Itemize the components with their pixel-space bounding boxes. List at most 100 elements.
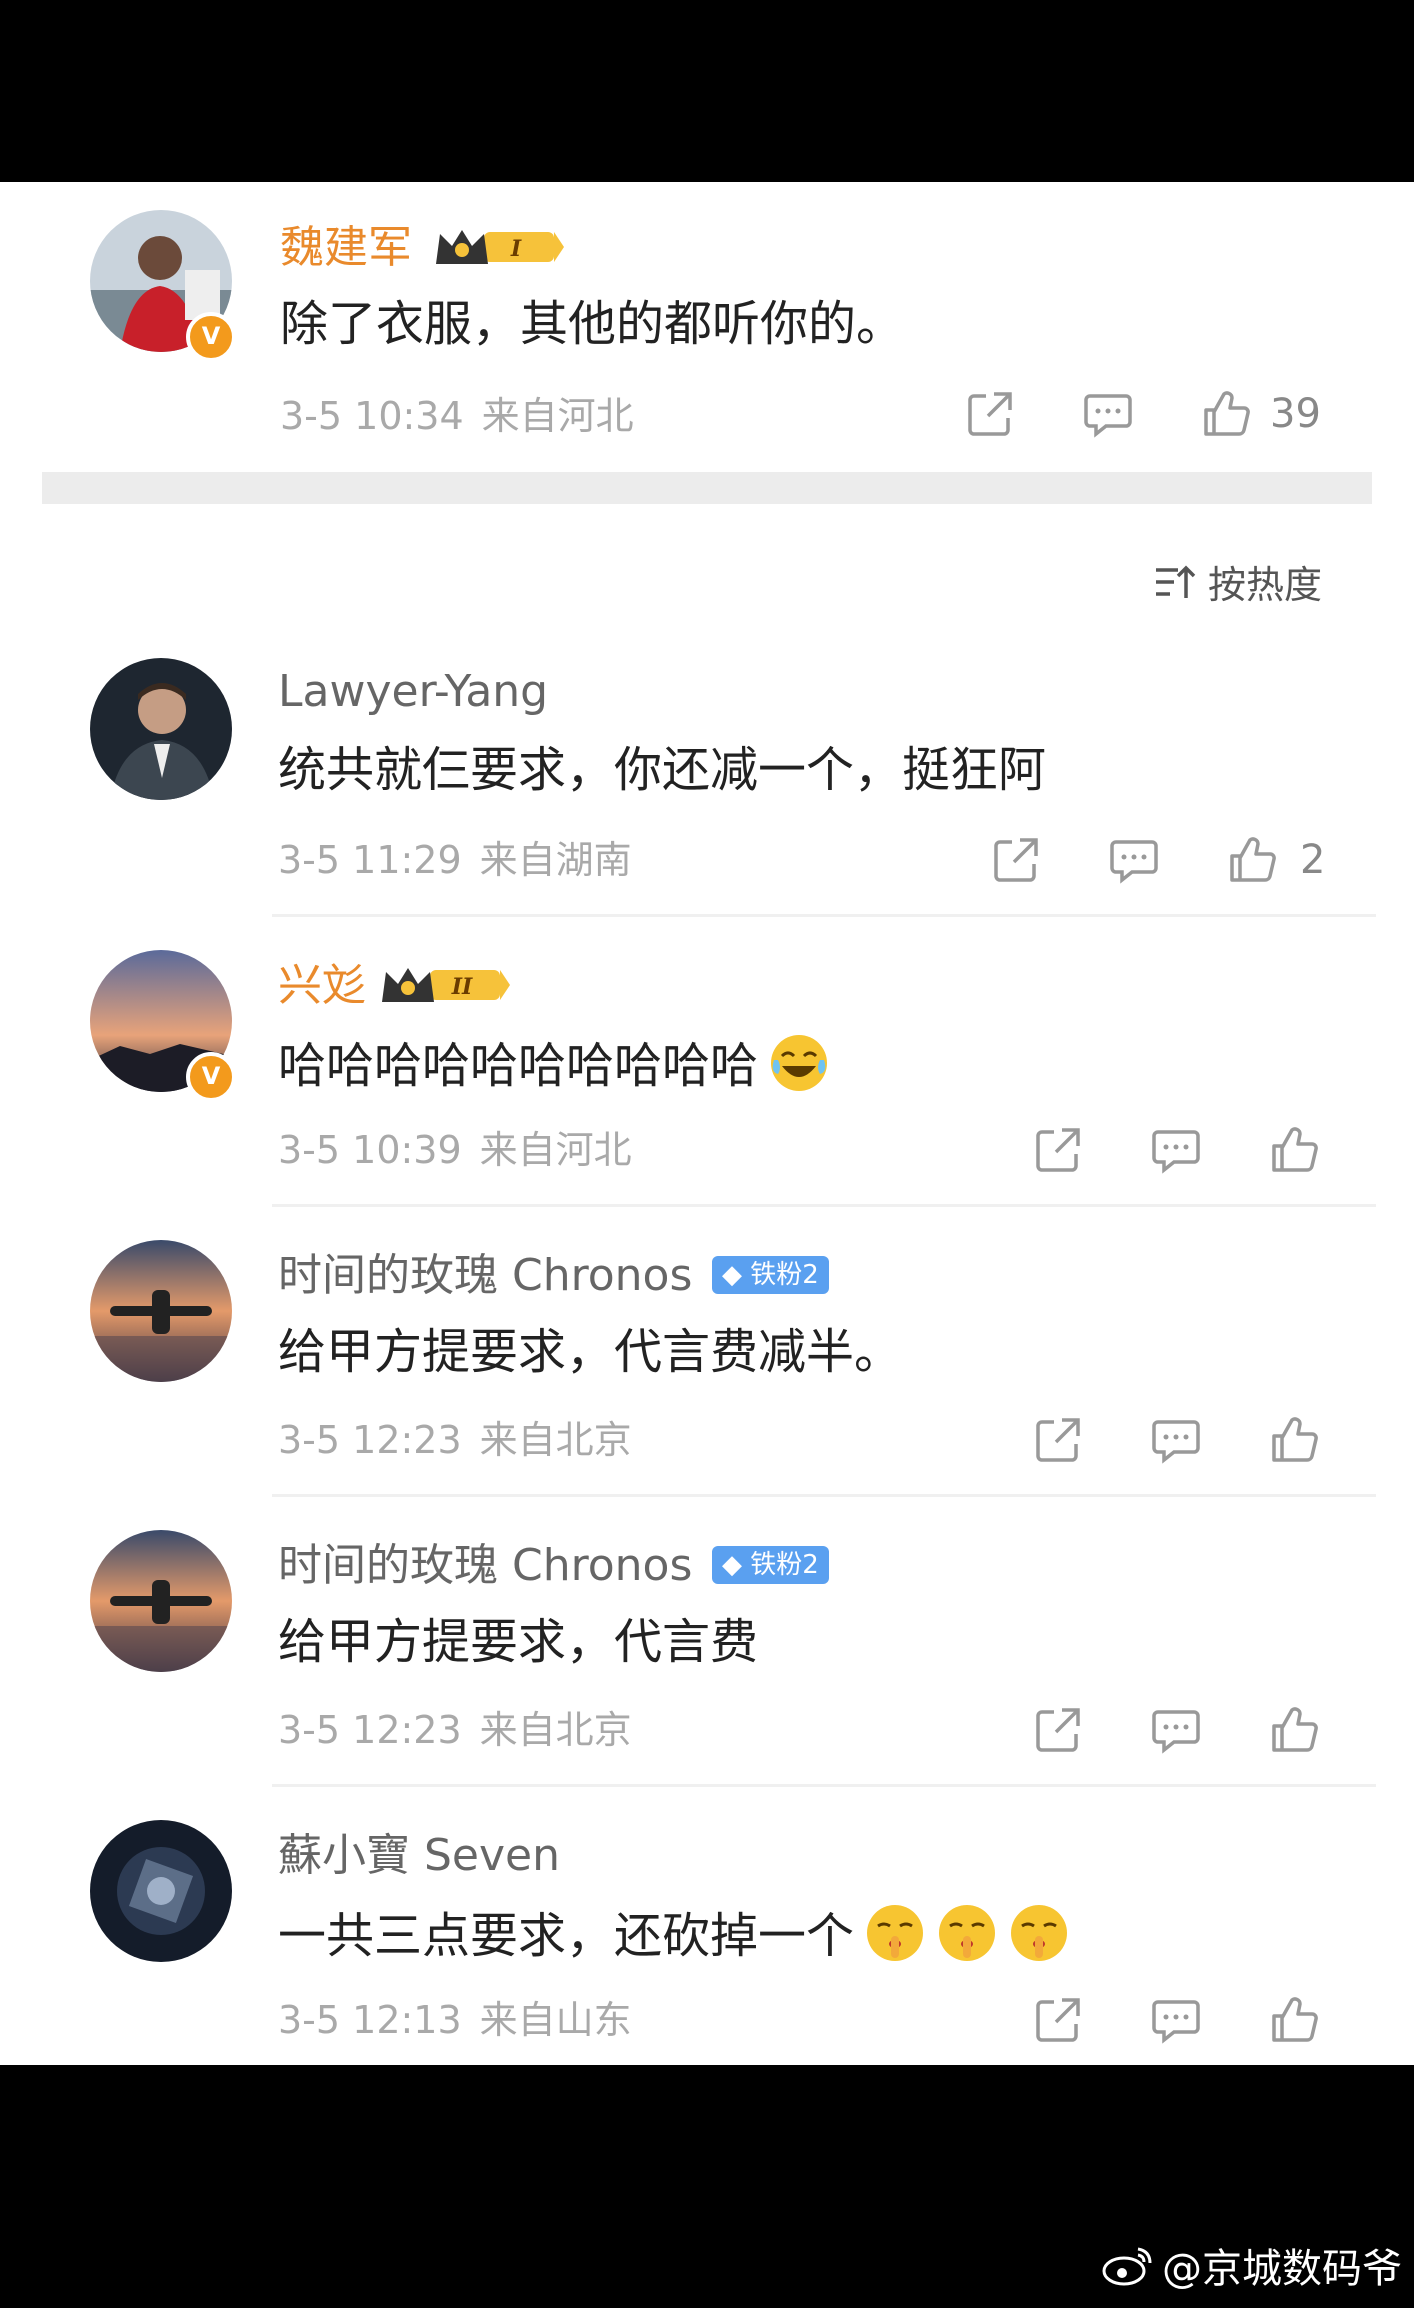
- watermark: @京城数码爷: [1102, 2236, 1402, 2294]
- like-count: 39: [1270, 391, 1321, 437]
- comment-meta: 3-5 12:13 来自山东: [278, 1996, 632, 2044]
- thumbs-up-icon: [1272, 1997, 1318, 2042]
- comment-button[interactable]: [1150, 1994, 1202, 2046]
- avatar[interactable]: [90, 1530, 232, 1672]
- comment-button[interactable]: [1150, 1414, 1202, 1466]
- post-date: 3-5 10:34: [280, 394, 464, 438]
- commenter-name[interactable]: 时间的玫瑰 Chronos: [278, 1540, 692, 1592]
- comment-text: 哈哈哈哈哈哈哈哈哈哈: [278, 1032, 830, 1096]
- avatar[interactable]: [90, 1240, 232, 1382]
- comment-icon: [1152, 1130, 1200, 1174]
- comment-text-body: 一共三点要求，还砍掉一个: [278, 1908, 855, 1964]
- comment-text: 统共就仨要求，你还减一个，挺狂阿: [278, 742, 1047, 798]
- comment-button[interactable]: [1108, 834, 1160, 886]
- weibo-logo-icon: [1102, 2247, 1152, 2286]
- comment-location: 来自河北: [479, 1128, 632, 1172]
- comment-date: 3-5 10:39: [278, 1128, 462, 1172]
- comment-text-body: 哈哈哈哈哈哈哈哈哈哈: [278, 1038, 759, 1094]
- commenter-name[interactable]: Lawyer-Yang: [278, 666, 548, 718]
- like-button[interactable]: [1226, 834, 1278, 886]
- row-divider: [272, 1784, 1376, 1787]
- avatar[interactable]: [90, 1820, 232, 1962]
- like-button[interactable]: [1200, 388, 1252, 440]
- thumbs-up-icon: [1204, 391, 1250, 436]
- commenter-name[interactable]: 兴彣: [278, 960, 366, 1012]
- post-author-name[interactable]: 魏建军: [280, 222, 412, 274]
- like-count: 2: [1300, 837, 1326, 883]
- comment-date: 3-5 11:29: [278, 838, 462, 882]
- thumbs-up-icon: [1272, 1127, 1318, 1172]
- like-button[interactable]: [1268, 1704, 1320, 1756]
- comment-text: 给甲方提要求，代言费减半。: [278, 1324, 903, 1380]
- like-button[interactable]: [1268, 1124, 1320, 1176]
- shush-face-emoji-icon: [1011, 1905, 1068, 1961]
- thumbs-up-icon: [1272, 1707, 1318, 1752]
- row-divider: [272, 1204, 1376, 1207]
- comment-icon: [1152, 1420, 1200, 1464]
- share-button[interactable]: [1032, 1994, 1084, 2046]
- share-icon: [1036, 1128, 1080, 1172]
- comment-location: 来自湖南: [479, 838, 632, 882]
- verified-icon: V: [186, 312, 236, 362]
- comment-button[interactable]: [1150, 1704, 1202, 1756]
- avatar[interactable]: [90, 658, 232, 800]
- share-icon: [1036, 1998, 1080, 2042]
- share-icon: [968, 392, 1012, 436]
- comment-icon: [1084, 394, 1132, 438]
- comment-button[interactable]: [1150, 1124, 1202, 1176]
- comment-icon: [1110, 840, 1158, 884]
- fan-badge-label: 铁粉2: [750, 1550, 819, 1580]
- verified-icon: V: [186, 1052, 236, 1102]
- thumbs-up-icon: [1230, 837, 1276, 882]
- sort-toggle[interactable]: 按热度: [1152, 554, 1322, 609]
- share-icon: [1036, 1708, 1080, 1752]
- share-button[interactable]: [1032, 1704, 1084, 1756]
- share-button[interactable]: [1032, 1124, 1084, 1176]
- comment-meta: 3-5 12:23 来自北京: [278, 1416, 632, 1464]
- row-divider: [272, 914, 1376, 917]
- comment-meta: 3-5 11:29 来自湖南: [278, 836, 632, 884]
- sort-icon: [1155, 565, 1196, 598]
- comment-icon: [1152, 2000, 1200, 2044]
- row-divider: [272, 1494, 1376, 1497]
- comment-meta: 3-5 10:39 来自河北: [278, 1126, 632, 1174]
- thumbs-up-icon: [1272, 1417, 1318, 1462]
- fan-badge: ◆ 铁粉2: [712, 1546, 829, 1584]
- sort-label: 按热度: [1207, 563, 1322, 607]
- share-button[interactable]: [1032, 1414, 1084, 1466]
- fan-badge: ◆ 铁粉2: [712, 1256, 829, 1294]
- share-icon: [1036, 1418, 1080, 1462]
- share-button[interactable]: [990, 834, 1042, 886]
- comment-panel: V 魏建军 I 除了衣服，其他的都听你的。 3-5 10:34 来自河北 39 按…: [0, 182, 1414, 2065]
- comment-text: 给甲方提要求，代言费: [278, 1614, 759, 1670]
- section-divider: [42, 472, 1372, 504]
- comment-icon: [1152, 1710, 1200, 1754]
- comment-location: 来自北京: [479, 1708, 632, 1752]
- svg-text:I: I: [510, 236, 522, 262]
- comment-text: 一共三点要求，还砍掉一个: [278, 1902, 1070, 1966]
- comment-button[interactable]: [1082, 388, 1134, 440]
- commenter-name[interactable]: 蘇小寶 Seven: [278, 1830, 560, 1882]
- share-button[interactable]: [964, 388, 1016, 440]
- comment-meta: 3-5 12:23 来自北京: [278, 1706, 632, 1754]
- shush-face-emoji-icon: [939, 1905, 996, 1961]
- like-button[interactable]: [1268, 1994, 1320, 2046]
- like-button[interactable]: [1268, 1414, 1320, 1466]
- comment-date: 3-5 12:23: [278, 1418, 462, 1462]
- crown-level-icon: II: [382, 968, 510, 1002]
- shush-face-emoji-icon: [867, 1905, 924, 1961]
- comment-location: 来自北京: [479, 1418, 632, 1462]
- fan-badge-label: 铁粉2: [750, 1260, 819, 1290]
- comment-date: 3-5 12:23: [278, 1708, 462, 1752]
- share-icon: [994, 838, 1038, 882]
- crown-level-icon: I: [436, 230, 564, 264]
- post-text: 除了衣服，其他的都听你的。: [280, 296, 905, 352]
- post-location: 来自河北: [481, 394, 634, 438]
- watermark-text: @京城数码爷: [1162, 2246, 1402, 2292]
- post-meta: 3-5 10:34 来自河北: [280, 392, 634, 440]
- comment-location: 来自山东: [479, 1998, 632, 2042]
- svg-text:II: II: [451, 974, 473, 1000]
- comment-date: 3-5 12:13: [278, 1998, 462, 2042]
- laughing-tears-emoji-icon: [771, 1035, 828, 1091]
- commenter-name[interactable]: 时间的玫瑰 Chronos: [278, 1250, 692, 1302]
